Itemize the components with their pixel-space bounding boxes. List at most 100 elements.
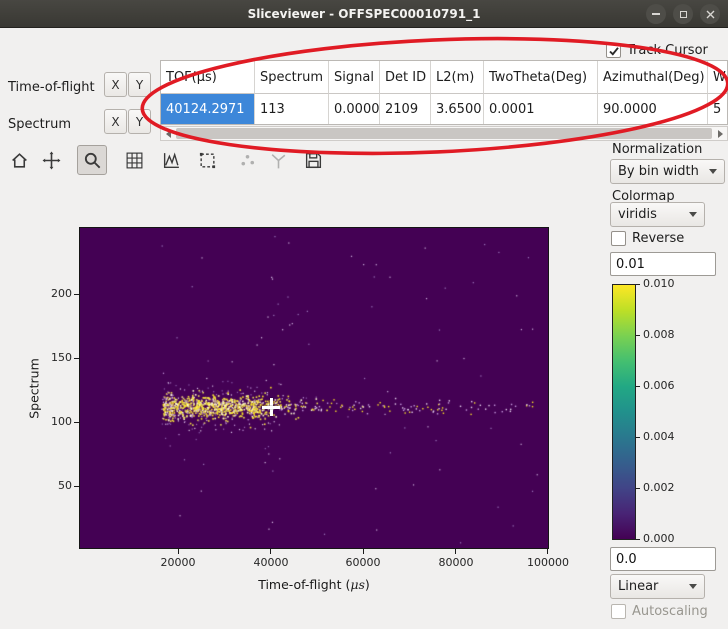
colorbar-tick-label: 0.000 [643, 532, 675, 545]
normalization-label: Normalization [612, 142, 702, 157]
spectrum-y-button[interactable]: Y [128, 109, 151, 134]
colorbar-tickmark [636, 386, 640, 387]
table-header-azimuthal: Azimuthal(Deg) [598, 61, 708, 94]
plot-toolbar [0, 144, 340, 178]
table-cell-signal[interactable]: 0.0000 [329, 94, 380, 124]
zoom-button[interactable] [77, 145, 107, 175]
colorbar-tick-label: 0.006 [643, 379, 675, 392]
colorbar-max-input[interactable] [610, 252, 716, 276]
line-plots-icon [162, 151, 181, 170]
normalization-dropdown[interactable]: By bin width [610, 159, 725, 184]
colorbar [612, 284, 636, 540]
maximize-icon [680, 11, 687, 18]
x-axis-label-text: Time-of-flight ( [258, 577, 350, 592]
table-scrollbar[interactable] [160, 126, 728, 141]
colorbar-tickmark [636, 437, 640, 438]
colormap-dropdown[interactable]: viridis [610, 202, 705, 227]
plot-canvas[interactable] [80, 228, 548, 548]
table-header-wavelength: W [708, 61, 728, 94]
y-tickmark [74, 294, 79, 295]
table-cell-azimuthal[interactable]: 90.0000 [598, 94, 708, 124]
scroll-left-button[interactable] [161, 127, 175, 140]
maximize-button[interactable] [673, 4, 693, 24]
region-selection-button[interactable] [192, 145, 222, 175]
reverse-label: Reverse [632, 231, 684, 246]
reverse-checkbox[interactable]: Reverse [611, 231, 684, 246]
nonorthogonal-view-button[interactable] [263, 145, 293, 175]
autoscaling-checkbox[interactable]: Autoscaling [611, 604, 708, 619]
table-cell-wavelength[interactable]: 5 [708, 94, 728, 124]
table-header-signal: Signal [329, 61, 380, 94]
scroll-right-button[interactable] [713, 127, 727, 140]
x-tick-label: 60000 [331, 556, 395, 569]
checkbox-checked-icon [606, 43, 621, 58]
scale-value: Linear [618, 579, 658, 594]
colorbar-tickmark [636, 539, 640, 540]
checkbox-unchecked-icon [611, 604, 626, 619]
close-icon [706, 10, 715, 19]
track-cursor-label: Track Cursor [627, 43, 708, 58]
zoom-icon [83, 151, 102, 170]
minimize-icon [652, 13, 660, 15]
table-cell-detid[interactable]: 2109 [380, 94, 431, 124]
x-axis-label-unit: μs [350, 577, 365, 592]
dimension-label-spectrum: Spectrum [8, 117, 71, 132]
colorbar-min-input[interactable] [610, 547, 716, 571]
x-tick-label: 20000 [146, 556, 210, 569]
spectrum-x-button[interactable]: X [104, 109, 127, 134]
close-button[interactable] [700, 4, 720, 24]
table-cell-l2[interactable]: 3.6500 [431, 94, 484, 124]
colormap-value: viridis [618, 207, 657, 222]
colorbar-tickmark [636, 335, 640, 336]
peaks-overlay-button[interactable] [232, 145, 262, 175]
minimize-button[interactable] [646, 4, 666, 24]
colorbar-tick-label: 0.010 [643, 277, 675, 290]
x-tick-label: 80000 [424, 556, 488, 569]
table-cell-twotheta[interactable]: 0.0001 [484, 94, 598, 124]
table-header-spectrum: Spectrum [255, 61, 329, 94]
dimension-label-time-of-flight: Time-of-flight [8, 80, 95, 95]
colorbar-tickmark [636, 488, 640, 489]
save-button[interactable] [298, 145, 328, 175]
titlebar: Sliceviewer - OFFSPEC00010791_1 [0, 0, 728, 28]
plot-area[interactable] [79, 227, 549, 549]
grid-button[interactable] [119, 145, 149, 175]
pan-button[interactable] [36, 145, 66, 175]
y-tickmark [74, 486, 79, 487]
table-header-tof: TOF(µs) [161, 61, 255, 94]
table-header-twotheta: TwoTheta(Deg) [484, 61, 598, 94]
y-tickmark [74, 422, 79, 423]
table-header-detid: Det ID [380, 61, 431, 94]
x-tickmark [178, 549, 179, 554]
track-cursor-checkbox[interactable]: Track Cursor [606, 43, 708, 58]
checkbox-unchecked-icon [611, 231, 626, 246]
table-cell-tof[interactable]: 40124.2971 [161, 94, 255, 124]
x-tickmark [363, 549, 364, 554]
home-button[interactable] [4, 145, 34, 175]
x-axis-label-suffix: ) [365, 577, 370, 592]
table-header-row: TOF(µs) Spectrum Signal Det ID L2(m) Two… [161, 61, 728, 94]
nonorthogonal-view-icon [269, 151, 288, 170]
tof-x-button[interactable]: X [104, 72, 127, 97]
scrollbar-handle[interactable] [176, 128, 712, 139]
scroll-right-icon [718, 130, 723, 138]
x-tickmark [455, 549, 456, 554]
colorbar-tick-label: 0.008 [643, 328, 675, 341]
y-tick-label: 200 [36, 287, 72, 300]
peaks-overlay-icon [238, 151, 257, 170]
chevron-down-icon [709, 169, 717, 174]
pan-icon [42, 151, 61, 170]
x-tickmark [547, 549, 548, 554]
tof-y-button[interactable]: Y [128, 72, 151, 97]
table-cell-spectrum[interactable]: 113 [255, 94, 329, 124]
scale-dropdown[interactable]: Linear [610, 574, 705, 599]
x-tick-label: 40000 [239, 556, 303, 569]
colorbar-tickmark [636, 284, 640, 285]
line-plots-button[interactable] [156, 145, 186, 175]
table-header-l2: L2(m) [431, 61, 484, 94]
x-tickmark [270, 549, 271, 554]
y-tick-label: 50 [36, 479, 72, 492]
table-value-row: 40124.2971 113 0.0000 2109 3.6500 0.0001… [161, 94, 728, 124]
colorbar-tick-label: 0.002 [643, 481, 675, 494]
x-tick-label: 100000 [516, 556, 580, 569]
